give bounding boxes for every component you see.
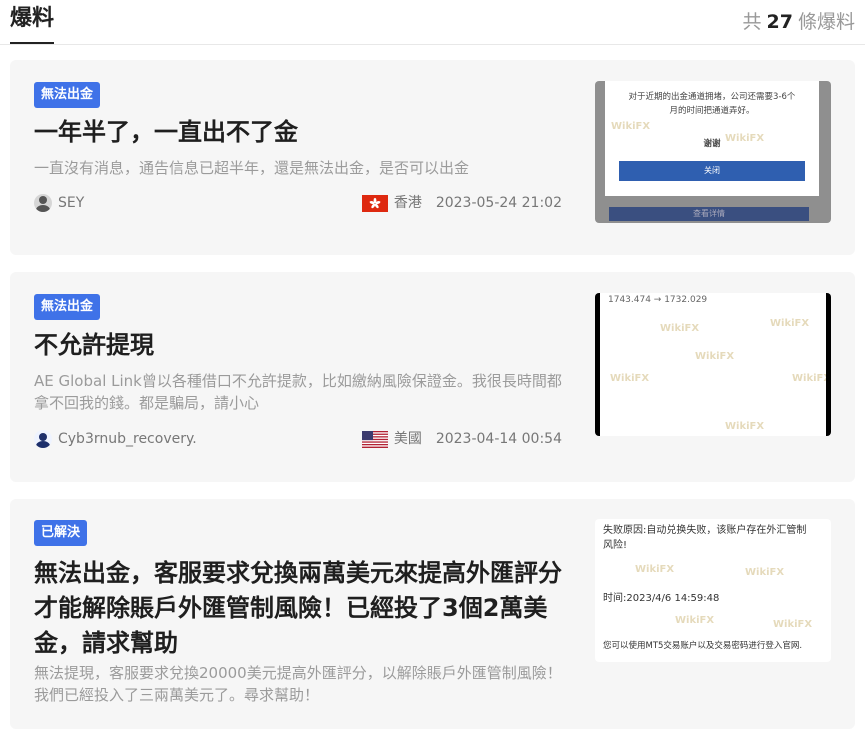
thumbnail-text: 时间:2023/4/6 14:59:48 bbox=[603, 593, 720, 604]
thumbnail-detail-button: 查看详情 bbox=[609, 207, 809, 221]
avatar bbox=[34, 430, 52, 448]
watermark: WikiFX bbox=[745, 567, 785, 578]
status-badge: 無法出金 bbox=[34, 82, 101, 108]
watermark: WikiFX bbox=[695, 351, 735, 362]
post-card[interactable]: 已解決 無法出金，客服要求兌換兩萬美元來提高外匯評分才能解除賬戶外匯管制風險！已… bbox=[10, 499, 855, 729]
thumbnail-text: 1743.474 → 1732.029 bbox=[608, 295, 708, 305]
thumbnail-text: 谢谢 bbox=[703, 139, 721, 149]
author-name: Cyb3rnub_recovery. bbox=[58, 431, 197, 447]
status-badge: 無法出金 bbox=[34, 294, 101, 320]
watermark: WikiFX bbox=[792, 373, 831, 384]
post-date: 2023-04-14 00:54 bbox=[435, 431, 562, 447]
post-title[interactable]: 無法出金，客服要求兌換兩萬美元來提高外匯評分才能解除賬戶外匯管制風險！已經投了3… bbox=[34, 556, 564, 661]
watermark: WikiFX bbox=[611, 121, 651, 132]
avatar bbox=[34, 194, 52, 212]
post-card[interactable]: 無法出金 不允許提現 AE Global Link曾以各種借口不允許提款，比如繳… bbox=[10, 272, 855, 482]
author-name: SEY bbox=[58, 195, 85, 211]
post-count-prefix: 共 bbox=[742, 11, 762, 33]
status-badge: 已解決 bbox=[34, 520, 88, 546]
post-summary: 無法提現，客服要求兌換20000美元提高外匯評分，以解除賬戶外匯管制風險！我們已… bbox=[34, 664, 562, 704]
page-title: 爆料 bbox=[10, 2, 55, 44]
post-title[interactable]: 一年半了，一直出不了金 bbox=[34, 115, 564, 150]
post-region: 美國 bbox=[393, 431, 422, 447]
post-count: 共 27 條爆料 bbox=[743, 8, 855, 36]
watermark: WikiFX bbox=[773, 619, 813, 630]
post-card[interactable]: 無法出金 一年半了，一直出不了金 一直沒有消息，通告信息已超半年，還是無法出金，… bbox=[10, 60, 855, 255]
thumbnail-text: 风险! bbox=[603, 540, 628, 551]
thumbnail-dialog: 对于近期的出金通道拥堵，公司还需要3-6个 月的时间把通道弄好。 谢谢 关闭 W… bbox=[605, 81, 819, 196]
hong-kong-flag-icon bbox=[361, 194, 388, 212]
watermark: WikiFX bbox=[610, 373, 650, 384]
post-author[interactable]: SEY bbox=[34, 193, 84, 213]
thumbnail-text: 月的时间把通道弄好。 bbox=[669, 106, 755, 116]
post-summary: 一直沒有消息，通告信息已超半年，還是無法出金，是否可以出金 bbox=[34, 159, 470, 177]
post-title[interactable]: 不允許提現 bbox=[34, 328, 564, 363]
thumbnail-text: 您可以使用MT5交易账户以及交易密码进行登入官网. bbox=[603, 641, 803, 651]
post-meta: 香港 2023-05-24 21:02 bbox=[361, 193, 562, 213]
post-thumbnail[interactable]: 对于近期的出金通道拥堵，公司还需要3-6个 月的时间把通道弄好。 谢谢 关闭 W… bbox=[595, 81, 831, 223]
post-count-suffix: 條爆料 bbox=[797, 11, 855, 33]
post-thumbnail[interactable]: 1743.474 → 1732.029 WikiFX WikiFX WikiFX… bbox=[595, 293, 831, 436]
watermark: WikiFX bbox=[725, 133, 765, 144]
post-thumbnail[interactable]: 失败原因:自动兑换失败，该账户存在外汇管制 风险! 时间:2023/4/6 14… bbox=[595, 519, 831, 662]
page-header: 爆料 共 27 條爆料 bbox=[0, 0, 865, 45]
post-author[interactable]: Cyb3rnub_recovery. bbox=[34, 429, 197, 449]
thumbnail-close-button: 关闭 bbox=[619, 161, 805, 181]
thumbnail-text: 对于近期的出金通道拥堵，公司还需要3-6个 bbox=[628, 92, 796, 102]
post-region: 香港 bbox=[393, 195, 422, 211]
post-meta: 美國 2023-04-14 00:54 bbox=[361, 429, 562, 449]
usa-flag-icon bbox=[361, 430, 388, 448]
post-date: 2023-05-24 21:02 bbox=[435, 195, 562, 211]
watermark: WikiFX bbox=[635, 564, 675, 575]
watermark: WikiFX bbox=[675, 615, 715, 626]
watermark: WikiFX bbox=[660, 323, 700, 334]
watermark: WikiFX bbox=[770, 318, 810, 329]
thumbnail-text: 失败原因:自动兑换失败，该账户存在外汇管制 bbox=[603, 525, 807, 536]
post-count-number: 27 bbox=[766, 11, 793, 33]
watermark: WikiFX bbox=[725, 421, 765, 432]
post-summary: AE Global Link曾以各種借口不允許提款，比如繳納風險保證金。我很長時… bbox=[34, 372, 562, 412]
